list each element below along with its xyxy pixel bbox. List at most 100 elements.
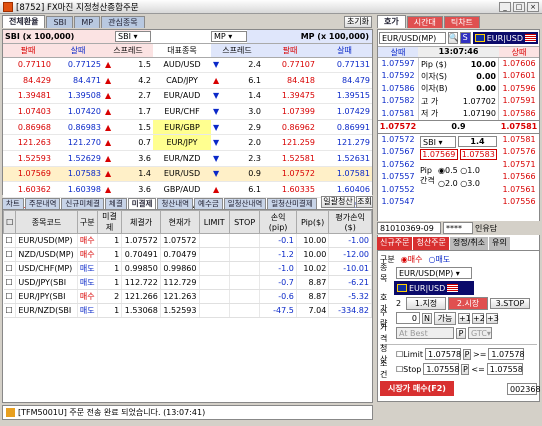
mp-sell-cell[interactable]: 84.418 [263, 72, 317, 89]
qty-inc-3-button[interactable]: +3 [486, 312, 499, 324]
mp-buy-cell[interactable]: 1.39515 [317, 88, 372, 105]
limit-cell[interactable] [199, 303, 230, 318]
hoga-stop-button[interactable]: 3.STOP [490, 297, 530, 309]
stop-cell[interactable] [229, 289, 261, 304]
sbi-sell-cell[interactable]: 1.07403 [3, 103, 53, 120]
subtab-7[interactable]: 일청산내역 [223, 198, 267, 209]
tab-close-order[interactable]: 청산주문 [413, 237, 449, 250]
sbi-sell-cell[interactable]: 0.86968 [3, 119, 53, 136]
ladder-price[interactable]: 1.07597 [378, 58, 418, 70]
stop-input[interactable]: 1.07558 [423, 363, 459, 375]
tab-notice[interactable]: 유의 [489, 237, 510, 250]
subtab-0[interactable]: 차트 [2, 198, 24, 209]
position-row[interactable]: ☐ USD/JPY(SBI 매도 1 112.722 112.729 -0.7 8.87 -6.… [3, 275, 372, 290]
subtab-4[interactable]: 미결제 [127, 198, 157, 209]
tab-time[interactable]: 시간대 [406, 16, 443, 28]
tab-sbi[interactable]: SBI [46, 16, 74, 28]
stop-p-button[interactable]: P [461, 363, 470, 375]
tab-modify-cancel[interactable]: 정정/취소 [449, 237, 489, 250]
row-checkbox[interactable]: ☐ [3, 261, 17, 276]
subtab-6[interactable]: 예수금 [194, 198, 223, 209]
mp-sell-cell[interactable]: 1.60335 [263, 181, 317, 198]
rate-row[interactable]: 1.07569 1.07583 ▲ 1.4 EUR/USD ▼ 0.9 1.07572 1.07… [3, 166, 372, 183]
stop-cell[interactable] [229, 233, 261, 248]
rate-row[interactable]: 1.07403 1.07420 ▲ 1.7 EUR/CHF ▼ 3.0 1.07399 1.07… [3, 103, 372, 120]
subtab-1[interactable]: 주문내역 [24, 198, 61, 209]
order-symbol-select[interactable]: EUR/USD(MP) ▾ [396, 267, 472, 279]
rate-row[interactable]: 0.86968 0.86983 ▲ 1.5 EUR/GBP ▼ 2.9 0.86962 0.86… [3, 119, 372, 136]
row-checkbox[interactable]: ☐ [3, 275, 17, 290]
hoga-limit-button[interactable]: 1.지정 [406, 296, 446, 310]
mp-buy-cell[interactable]: 0.86991 [317, 119, 372, 136]
symbol-cell[interactable]: EUR/USD [153, 166, 211, 183]
symbol-cell[interactable]: EUR/NZD [153, 150, 211, 167]
limit-cell[interactable] [199, 261, 230, 276]
ladder-price[interactable]: 1.07556 [499, 196, 539, 208]
sbi-sell-cell[interactable]: 121.263 [3, 134, 53, 152]
mini-ask[interactable]: 1.07583 [459, 148, 497, 160]
sbi-buy-cell[interactable]: 1.07420 [53, 103, 103, 120]
mp-sell-cell[interactable]: 121.259 [263, 134, 317, 152]
limit-checkbox[interactable]: ☐Limit [396, 350, 423, 359]
submit-order-button[interactable]: 시장가 매수(F2) [380, 381, 454, 396]
ladder-price[interactable]: 1.07571 [499, 159, 539, 171]
password-field[interactable]: **** [443, 222, 473, 234]
mp-sell-cell[interactable]: 1.07399 [263, 103, 317, 120]
ladder-price[interactable]: 1.07552 [378, 184, 418, 196]
ladder-price[interactable]: 1.07562 [378, 159, 418, 171]
mp-sell-cell[interactable]: 1.07572 [263, 166, 317, 183]
side-sell-radio[interactable]: ○매도 [428, 254, 450, 265]
mp-source-select[interactable]: MP ▾ [211, 31, 247, 42]
tab-new-order[interactable]: 신규주문 [377, 237, 413, 250]
pip-gap-opt1[interactable]: 0.5 [445, 166, 458, 175]
symbol-cell[interactable]: CAD/JPY [153, 72, 211, 89]
ladder-price[interactable]: 1.07572 [378, 134, 418, 146]
position-row[interactable]: ☐ USD/CHF(MP) 매도 1 0.99850 0.99860 -1.0 10.02 -1… [3, 261, 372, 276]
side-buy-radio[interactable]: ◉매수 [401, 254, 423, 265]
sbi-buy-cell[interactable]: 1.07583 [53, 166, 103, 183]
pip-gap-opt4[interactable]: 3.0 [467, 179, 480, 188]
limit-p-button[interactable]: P [463, 348, 472, 360]
n-button[interactable]: N [422, 312, 432, 324]
sbi-sell-cell[interactable]: 84.429 [3, 72, 53, 89]
limit-cell[interactable] [199, 233, 230, 248]
stop-cell[interactable] [229, 303, 261, 318]
select-all-checkbox[interactable]: ☐ [2, 210, 17, 234]
sbi-sell-cell[interactable]: 1.60362 [3, 181, 53, 198]
tab-tick-chart[interactable]: 틱차트 [443, 16, 480, 28]
sbi-buy-cell[interactable]: 1.60398 [53, 181, 103, 198]
sbi-buy-cell[interactable]: 84.471 [53, 72, 103, 89]
symbol-cell[interactable]: EUR/GBP [153, 119, 211, 136]
mp-buy-cell[interactable]: 1.07581 [317, 166, 372, 183]
position-row[interactable]: ☐ EUR/USD(MP) 매수 1 1.07572 1.07572 -0.1 10.00 -1… [3, 233, 372, 248]
ladder-price[interactable]: 1.07606 [499, 58, 539, 70]
sbi-sell-cell[interactable]: 1.39481 [3, 88, 53, 105]
position-row[interactable]: ☐ EUR/NZD(SBI 매도 1 1.53068 1.52593 -47.5 7.04 -3… [3, 303, 372, 318]
sbi-sell-cell[interactable]: 1.52593 [3, 150, 53, 167]
sbi-buy-cell[interactable]: 0.77125 [53, 57, 103, 74]
stop-cell[interactable] [229, 261, 261, 276]
sbi-sell-cell[interactable]: 0.77110 [3, 57, 53, 74]
ladder-price[interactable]: 1.07586 [499, 108, 539, 120]
ladder-price[interactable]: 1.07576 [499, 146, 539, 158]
available-button[interactable]: 가능 [434, 311, 456, 325]
subtab-5[interactable]: 청산내역 [157, 198, 194, 209]
account-select[interactable]: 81010369-09 ▾ [377, 222, 441, 244]
tab-mp[interactable]: MP [74, 16, 101, 28]
stop-checkbox[interactable]: ☐Stop [396, 365, 421, 374]
subtab-2[interactable]: 신규미체결 [61, 198, 104, 209]
rate-row[interactable]: 1.39481 1.39508 ▲ 2.7 EUR/AUD ▼ 1.4 1.39475 1.39… [3, 88, 372, 105]
mp-sell-cell[interactable]: 1.52581 [263, 150, 317, 167]
sbi-buy-cell[interactable]: 0.86983 [53, 119, 103, 136]
sbi-source-select[interactable]: SBI ▾ [115, 31, 151, 42]
mp-sell-cell[interactable]: 0.77107 [263, 57, 317, 74]
pip-gap-opt3[interactable]: 2.0 [445, 179, 458, 188]
sbi-sell-cell[interactable]: 1.07569 [3, 166, 53, 183]
limit-input[interactable]: 1.07578 [425, 348, 461, 360]
symbol-cell[interactable]: EUR/JPY [153, 134, 211, 152]
mp-buy-cell[interactable]: 1.07429 [317, 103, 372, 120]
row-checkbox[interactable]: ☐ [3, 303, 17, 318]
row-checkbox[interactable]: ☐ [3, 289, 17, 304]
rate-row[interactable]: 84.429 84.471 ▲ 4.2 CAD/JPY ▲ 6.1 84.418 84.479 [3, 72, 372, 89]
minimize-icon[interactable]: _ [499, 1, 511, 12]
